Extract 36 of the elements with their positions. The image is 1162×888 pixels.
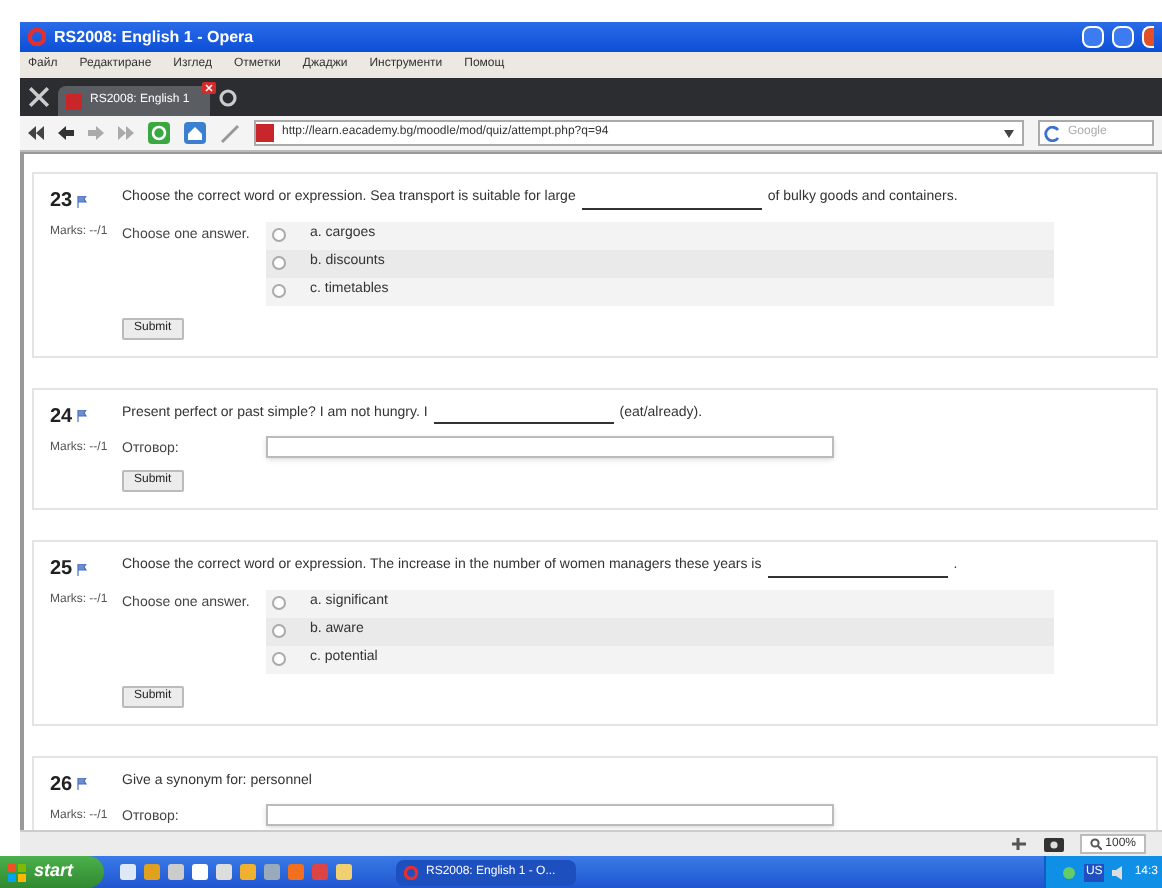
answer-field[interactable]: [266, 804, 834, 826]
tools-icon[interactable]: [28, 86, 50, 108]
forward-icon[interactable]: [88, 126, 104, 140]
window-title: RS2008: English 1 - Opera: [54, 25, 254, 49]
search-engine-icon: [1044, 125, 1060, 141]
tray-icon[interactable]: [1061, 865, 1076, 879]
close-button[interactable]: [1142, 26, 1154, 48]
volume-icon[interactable]: [1112, 865, 1127, 879]
site-icon: [256, 124, 274, 142]
answer-field[interactable]: [266, 436, 834, 458]
camera-icon[interactable]: [1043, 836, 1064, 852]
dropdown-icon[interactable]: [1004, 129, 1014, 137]
new-tab-icon[interactable]: [218, 88, 238, 108]
back-icon[interactable]: [58, 126, 74, 140]
home-icon[interactable]: [184, 122, 206, 144]
flag-icon[interactable]: [76, 410, 89, 422]
flag-icon[interactable]: [76, 195, 89, 207]
flag-icon[interactable]: [76, 563, 89, 575]
browser-logo-icon: [28, 28, 46, 46]
question-number: 26: [50, 771, 73, 799]
rewind-icon[interactable]: [28, 126, 44, 140]
windows-logo-icon: [8, 863, 26, 881]
question-number: 24: [50, 403, 73, 431]
minimize-button[interactable]: [1082, 26, 1104, 48]
network-icon[interactable]: [1009, 836, 1028, 852]
fast-forward-icon[interactable]: [118, 126, 134, 140]
pen-icon[interactable]: [220, 123, 240, 143]
flag-icon[interactable]: [76, 778, 89, 790]
site-icon: [66, 93, 82, 109]
close-tab-icon[interactable]: [202, 82, 216, 94]
maximize-button[interactable]: [1112, 26, 1134, 48]
browser-logo-icon: [404, 865, 418, 879]
question-number: 23: [50, 188, 73, 216]
reload-icon[interactable]: [148, 122, 170, 144]
question-number: 25: [50, 556, 73, 584]
magnifier-icon: [1089, 838, 1102, 850]
